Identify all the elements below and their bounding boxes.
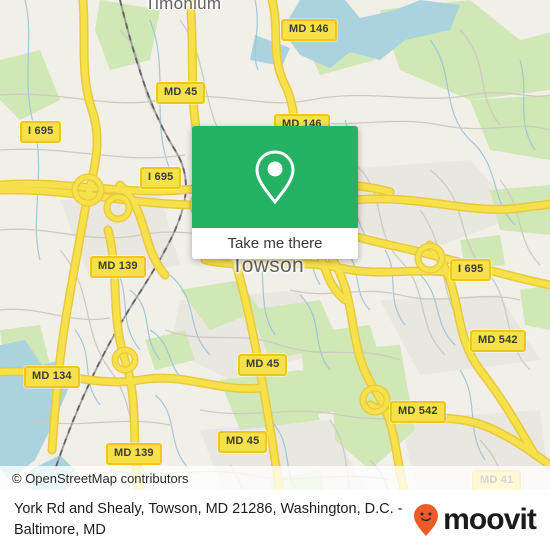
road-shield-md-45-mid[interactable]: MD 45 bbox=[238, 354, 288, 376]
card-header bbox=[192, 126, 358, 228]
destination-card[interactable]: Take me there bbox=[192, 126, 358, 259]
road-shield-md-134[interactable]: MD 134 bbox=[24, 366, 80, 388]
road-shield-md-146-north[interactable]: MD 146 bbox=[281, 19, 337, 41]
map-attribution[interactable]: © OpenStreetMap contributors bbox=[0, 466, 550, 490]
road-shield-md-542-east[interactable]: MD 542 bbox=[470, 330, 526, 352]
road-shield-md-45-north[interactable]: MD 45 bbox=[156, 82, 206, 104]
road-shield-md-139-south[interactable]: MD 139 bbox=[106, 443, 162, 465]
road-shield-i-695-east[interactable]: I 695 bbox=[450, 259, 492, 281]
screenshot-root: Timonium Towson MD 146 MD 45 MD 146 I 69… bbox=[0, 0, 550, 550]
road-shield-md-45-south[interactable]: MD 45 bbox=[218, 431, 268, 453]
attribution-text: © OpenStreetMap contributors bbox=[12, 470, 189, 486]
road-shield-md-542-south[interactable]: MD 542 bbox=[390, 401, 446, 423]
moovit-wordmark: moovit bbox=[443, 503, 537, 536]
road-shield-i-695-west[interactable]: I 695 bbox=[20, 121, 62, 143]
address-label: York Rd and Shealy, Towson, MD 21286, Wa… bbox=[14, 501, 403, 538]
road-shield-md-139-north[interactable]: MD 139 bbox=[90, 256, 146, 278]
map-pin-icon bbox=[255, 150, 295, 205]
take-me-there-button[interactable]: Take me there bbox=[192, 228, 358, 259]
moovit-logo[interactable]: moovit bbox=[413, 503, 540, 537]
road-shield-i-695-mid[interactable]: I 695 bbox=[140, 167, 182, 189]
moovit-smiley-pin-icon bbox=[414, 504, 439, 536]
footer-bar: York Rd and Shealy, Towson, MD 21286, Wa… bbox=[0, 490, 550, 550]
